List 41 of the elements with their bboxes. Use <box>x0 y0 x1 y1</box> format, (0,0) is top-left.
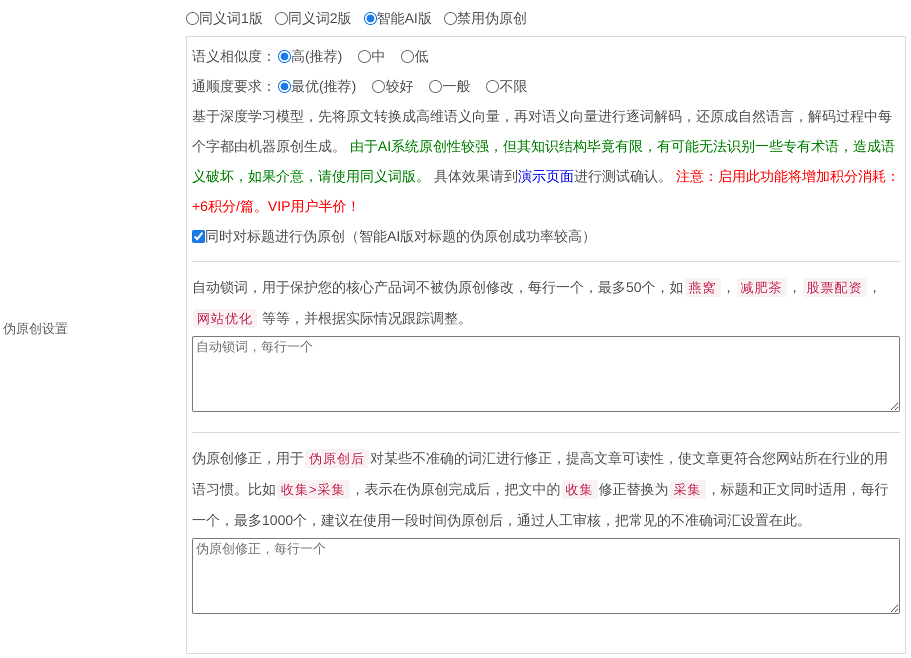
radio-button[interactable] <box>358 50 372 62</box>
checkbox-label: 同时对标题进行伪原创（智能AI版对标题的伪原创成功率较高） <box>205 226 596 246</box>
keyword-tag: 采集 <box>670 480 706 499</box>
field-label: 语义相似度： <box>192 46 276 66</box>
radio-label: 中 <box>371 46 386 66</box>
radio-button[interactable] <box>186 12 199 24</box>
radio-label: 一般 <box>442 76 470 96</box>
keyword-tag: 伪原创后 <box>305 449 369 468</box>
keyword-tag: 燕窝 <box>684 278 721 297</box>
radio-button[interactable] <box>429 80 442 92</box>
correction-description: 伪原创修正，用于 伪原创后 对某些不准确的词汇进行修正，提高文章可读性，使文章更符合您网站所在行业的用语习惯。比如 收集>采集 ，表示在伪原创完成后，把文中的 收集 修正替换为 采集 ，标题和正文同时适用，每行一个，最多1000个，建议在使用一段时间伪原创后，通过人工审核，把常见的不准确词汇设置在此。 <box>192 448 890 530</box>
description-paragraph: 基于深度学习模型，先将原文转换成高维语义向量，再对语义向量进行逐词解码，还原成自然语言，解码过程中每个字都由机器原创生成。 由于AI系统原创性较强，但其知识结构毕竟有限，有可能无法识别一些专有术语，造成语义破坏，如果介意，请使用同义词版。 具体效果请到演示页面进行测试确认。 注意：启用此功能将增加积分消耗：+6积分/篇。VIP用户半价！ <box>192 107 900 216</box>
radio-label: 低 <box>414 46 428 66</box>
radio-label: 智能AI版 <box>376 8 432 28</box>
keyword-tag: 股票配资 <box>802 278 867 297</box>
radio-label: 禁用伪原创 <box>456 8 527 28</box>
radio-button[interactable] <box>486 80 500 92</box>
correction-field[interactable]: 伪原创修正，每行一个 <box>192 538 900 614</box>
section-label: 伪原创设置 <box>3 320 68 338</box>
radio-label: 同义词1版 <box>199 8 263 28</box>
radio-label: 不限 <box>499 76 528 96</box>
demo-link[interactable]: 演示页面 <box>518 168 574 184</box>
radio-label: 较好 <box>385 76 414 96</box>
keyword-tag: 网站优化 <box>193 309 257 328</box>
keyword-tag: 减肥茶 <box>736 278 787 297</box>
radio-button[interactable] <box>278 80 291 92</box>
field-label: 通顺度要求： <box>192 76 276 96</box>
title-checkbox[interactable] <box>192 230 205 242</box>
radio-button[interactable] <box>444 12 457 24</box>
radio-button[interactable] <box>401 50 414 62</box>
radio-label: 最优(推荐) <box>291 76 356 96</box>
keyword-tag: 收集 <box>562 480 598 499</box>
lock-words-field[interactable]: 自动锁词，每行一个 <box>192 336 900 412</box>
radio-button[interactable] <box>274 12 288 24</box>
keyword-tag: 收集>采集 <box>277 480 350 499</box>
radio-button[interactable] <box>364 12 377 24</box>
radio-button[interactable] <box>372 80 386 92</box>
radio-label: 同义词2版 <box>288 8 352 28</box>
radio-label: 高(推荐) <box>291 46 342 66</box>
radio-button[interactable] <box>278 50 291 62</box>
lock-words-description: 自动锁词，用于保护您的核心产品词不被伪原创修改，每行一个，最多50个，如 燕窝 ， 减肥茶 ， 股票配资 ， 网站优化 等等，并根据实际情况跟踪调整。 <box>192 277 883 330</box>
